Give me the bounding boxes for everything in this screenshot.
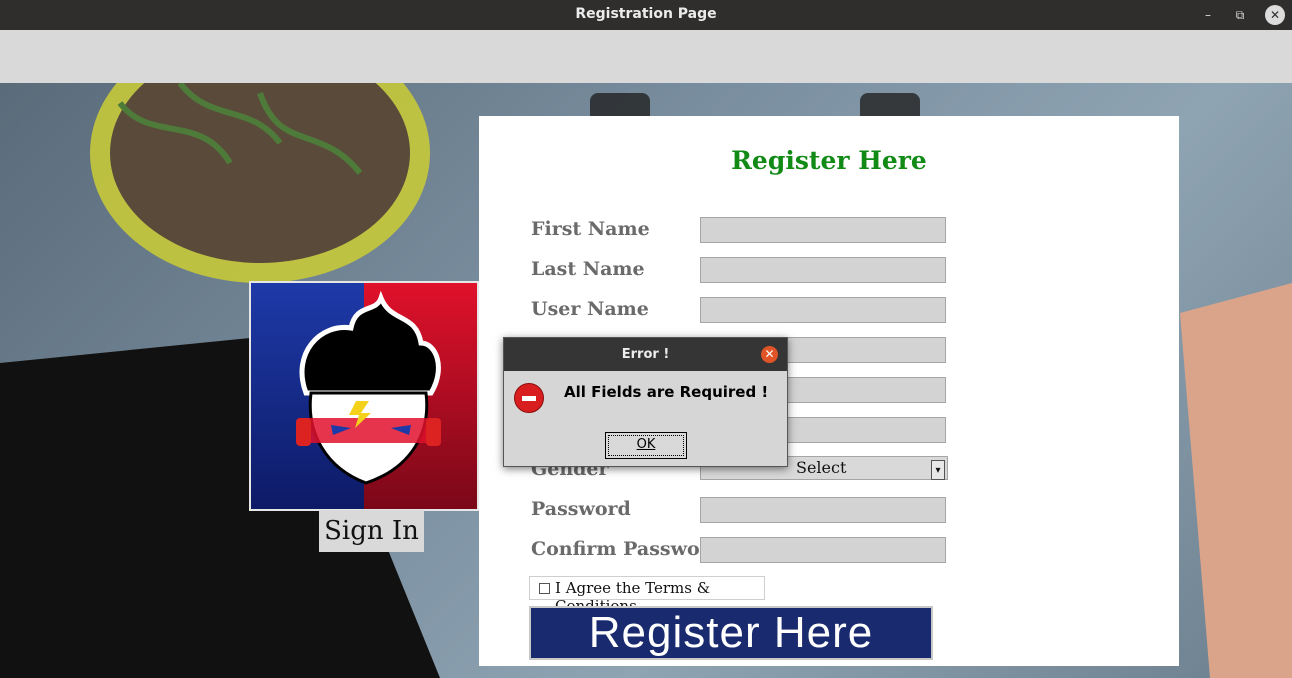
dialog-close-icon[interactable]: ✕ [761,346,778,363]
dialog-message: All Fields are Required ! [564,383,769,401]
ok-button[interactable]: OK [605,432,687,459]
character-icon [296,290,441,485]
register-button[interactable]: Register Here [529,606,933,660]
confirm-password-field[interactable] [700,537,946,563]
dropdown-arrow-icon[interactable]: ▾ [931,460,945,480]
first-name-field[interactable] [700,217,946,243]
signin-button[interactable]: Sign In [319,510,424,552]
dialog-title: Error ! [504,338,787,371]
password-field[interactable] [700,497,946,523]
window-titlebar: Registration Page – ⧉ ✕ [0,0,1292,30]
window-title: Registration Page [575,6,717,22]
avatar-image [249,281,479,511]
confirm-password-label: Confirm Password [531,538,723,560]
user-name-field[interactable] [700,297,946,323]
error-dialog: Error ! ✕ All Fields are Required ! OK [503,337,788,467]
terms-checkbox-row[interactable]: I Agree the Terms & Conditions [529,576,765,615]
form-title: Register Here [731,146,927,175]
terms-checkbox[interactable] [539,583,550,594]
minimize-icon[interactable]: – [1198,5,1218,25]
password-label: Password [531,498,631,520]
error-icon [514,383,544,413]
first-name-label: First Name [531,218,650,240]
last-name-field[interactable] [700,257,946,283]
maximize-icon[interactable]: ⧉ [1230,5,1250,25]
last-name-label: Last Name [531,258,645,280]
gender-select-value: Select [796,458,847,477]
ok-label: OK [636,437,656,452]
user-name-label: User Name [531,298,649,320]
close-icon[interactable]: ✕ [1265,5,1285,25]
menu-bar [0,30,1292,83]
